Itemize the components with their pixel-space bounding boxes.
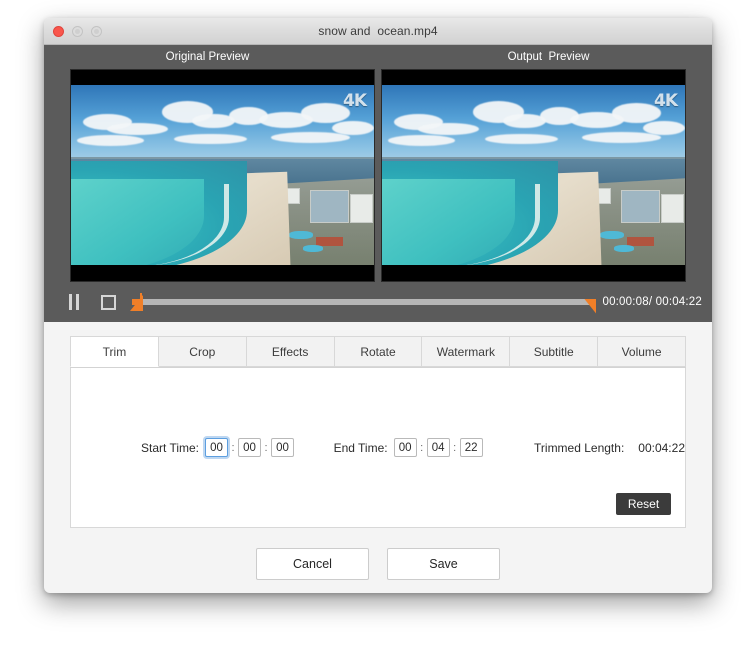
start-colon-1: :: [231, 441, 235, 454]
cancel-button[interactable]: Cancel: [256, 548, 369, 580]
cloud: [581, 131, 661, 143]
trimmed-length-label: Trimmed Length:: [534, 440, 625, 455]
title-bar: snow and ocean.mp4: [44, 18, 712, 45]
pause-icon: [69, 294, 79, 310]
stop-icon: [100, 294, 116, 310]
app-root: snow and ocean.mp4 Original Preview Outp…: [0, 0, 756, 658]
dialog-footer: Cancel Save: [44, 548, 712, 580]
start-colon-2: :: [264, 441, 268, 454]
pool: [600, 230, 624, 239]
red-roof: [627, 236, 655, 246]
start-time-minutes-input[interactable]: 00: [238, 438, 262, 457]
building: [350, 194, 373, 223]
minimize-button-icon[interactable]: [72, 25, 83, 37]
timeline-scrubber[interactable]: [130, 291, 597, 314]
pool: [613, 244, 635, 252]
original-preview-label: Original Preview: [165, 51, 250, 63]
window-title: snow and ocean.mp4: [318, 24, 438, 38]
playhead[interactable]: [140, 293, 143, 311]
reset-button[interactable]: Reset: [616, 493, 671, 515]
start-time-label: Start Time:: [141, 440, 200, 455]
output-preview-video[interactable]: 4K: [381, 69, 686, 282]
tab-trim[interactable]: Trim: [70, 336, 159, 367]
playback-transport-bar: 00:00:08/ 00:04:22: [44, 282, 712, 322]
tab-crop[interactable]: Crop: [158, 336, 247, 367]
stop-button[interactable]: [98, 292, 118, 312]
end-time-label: End Time:: [333, 440, 388, 455]
tab-watermark[interactable]: Watermark: [422, 336, 511, 367]
preview-headers: Original Preview Output Preview: [44, 45, 712, 69]
trim-tab-panel: Start Time: 00 : 00 : 00 End Time: 00: …: [70, 368, 686, 528]
start-time-fields: 00 : 00 : 00: [205, 438, 295, 457]
start-time-hours-input[interactable]: 00: [205, 438, 229, 457]
maximize-button-icon[interactable]: [91, 25, 102, 37]
end-time-fields: 00 : 04 : 22: [393, 438, 483, 457]
end-time-seconds-input[interactable]: 22: [459, 438, 483, 457]
output-preview-image: 4K: [382, 85, 685, 265]
timeline-track[interactable]: [132, 299, 593, 305]
pool: [289, 230, 313, 239]
pause-button[interactable]: [64, 292, 84, 312]
pool: [302, 244, 324, 252]
tab-rotate[interactable]: Rotate: [334, 336, 423, 367]
resolution-watermark: 4K: [653, 91, 678, 111]
editor-window: snow and ocean.mp4 Original Preview Outp…: [44, 18, 712, 593]
tab-strip: Trim Crop Effects Rotate Watermark Subti…: [70, 336, 687, 368]
building: [309, 190, 349, 223]
original-preview-video[interactable]: 4K: [70, 69, 375, 282]
building: [620, 190, 660, 223]
close-button-icon[interactable]: [53, 25, 64, 37]
start-time-seconds-input[interactable]: 00: [271, 438, 295, 457]
end-time-minutes-input[interactable]: 04: [426, 438, 450, 457]
building: [661, 194, 684, 223]
resolution-watermark: 4K: [342, 91, 367, 111]
preview-area: Original Preview Output Preview 4K 4K 00…: [44, 45, 712, 322]
red-roof: [316, 236, 344, 246]
trim-controls-row: Start Time: 00 : 00 : 00 End Time: 00: …: [71, 438, 685, 457]
traffic-lights: [53, 18, 102, 44]
tabs-wrapper: Trim Crop Effects Rotate Watermark Subti…: [70, 336, 687, 528]
original-preview-image: 4K: [71, 85, 374, 265]
end-colon-2: :: [453, 441, 457, 454]
cloud: [270, 131, 350, 143]
tab-effects[interactable]: Effects: [246, 336, 335, 367]
tab-volume[interactable]: Volume: [598, 336, 687, 367]
end-colon-1: :: [420, 441, 424, 454]
trimmed-length-value: 00:04:22: [638, 440, 685, 455]
tab-subtitle[interactable]: Subtitle: [510, 336, 599, 367]
video-previews: 4K 4K: [44, 69, 712, 282]
editor-lower-panel: Trim Crop Effects Rotate Watermark Subti…: [44, 322, 712, 580]
time-readout: 00:00:08/ 00:04:22: [602, 296, 702, 308]
end-time-hours-input[interactable]: 00: [393, 438, 417, 457]
save-button[interactable]: Save: [387, 548, 500, 580]
output-preview-label: Output Preview: [507, 51, 590, 63]
